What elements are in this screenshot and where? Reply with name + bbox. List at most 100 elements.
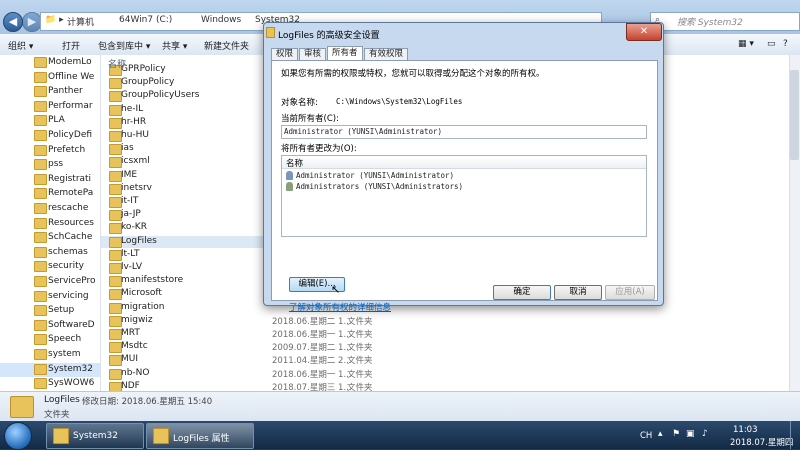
nav-item-label: ServicePro	[48, 276, 96, 286]
tray-arrow-icon[interactable]: ▴	[658, 429, 663, 439]
file-name: MRT	[121, 328, 140, 338]
mouse-cursor-icon: ↖	[331, 283, 341, 296]
nav-item[interactable]: Resources	[0, 217, 100, 231]
close-button[interactable]: ✕	[626, 23, 662, 41]
file-row[interactable]: Msdtc 2009.07.星期二 1... 文件夹	[101, 341, 521, 354]
list-item-administrator[interactable]: Administrator (YUNSI\Administrator)	[284, 170, 644, 181]
tab-auditing[interactable]: 审核	[299, 48, 327, 60]
file-date: 2018.06.星期一 1...	[272, 369, 352, 380]
tab-owner[interactable]: 所有者	[327, 46, 363, 60]
file-name: migration	[121, 301, 165, 312]
current-owner-field[interactable]: Administrator (YUNSI\Administrator)	[281, 125, 647, 139]
file-name: nb-NO	[121, 367, 150, 378]
details-type: 文件夹	[44, 410, 70, 420]
learn-more-link[interactable]: 了解对象所有权的详细信息	[289, 301, 391, 313]
file-row[interactable]: nb-NO 2018.06.星期一 1... 文件夹	[101, 368, 521, 380]
file-name: lv-LV	[121, 262, 143, 272]
nav-item-label: Offline We	[48, 71, 95, 82]
nav-item[interactable]: Registrati	[0, 173, 100, 187]
organize-button[interactable]: 组织 ▾	[8, 39, 33, 52]
file-name: hu-HU	[121, 130, 150, 140]
nav-item[interactable]: Setup	[0, 304, 100, 318]
nav-item[interactable]: SchCache	[0, 231, 100, 245]
breadcrumb-drive[interactable]: 64Win7 (C:)	[119, 15, 172, 25]
nav-item[interactable]: rescache	[0, 202, 100, 216]
nav-item[interactable]: System32	[0, 362, 100, 377]
tab-effective-permissions[interactable]: 有效权限	[364, 48, 409, 60]
open-button[interactable]: 打开	[62, 39, 80, 52]
nav-item-label: Resources	[48, 217, 94, 228]
cancel-button[interactable]: 取消	[554, 285, 602, 300]
flag-icon[interactable]: ⚑	[672, 429, 680, 439]
folder-icon	[10, 396, 34, 418]
object-name-label: 对象名称:	[281, 98, 318, 108]
network-icon[interactable]: ▣	[686, 429, 695, 439]
nav-item-label: servicing	[48, 290, 89, 301]
start-button[interactable]	[4, 422, 32, 450]
clock-date[interactable]: 2018.07.星期四	[730, 436, 793, 448]
file-name: it-IT	[121, 196, 139, 206]
nav-item[interactable]: Speech	[0, 333, 100, 347]
nav-item-label: PLA	[48, 115, 65, 126]
nav-item[interactable]: pss	[0, 158, 100, 172]
nav-item[interactable]: RemotePa	[0, 187, 100, 201]
file-row[interactable]: MRT 2018.06.星期一 1... 文件夹	[101, 328, 521, 340]
back-icon[interactable]: ◀	[3, 12, 23, 32]
new-folder-button[interactable]: 新建文件夹	[204, 39, 249, 52]
users-group-icon	[286, 182, 293, 191]
owner-candidates-list[interactable]: 名称 Administrator (YUNSI\Administrator) A…	[281, 155, 647, 237]
breadcrumb-computer[interactable]: 计算机	[67, 15, 94, 28]
share-button[interactable]: 共享 ▾	[162, 39, 187, 52]
breadcrumb-windows[interactable]: Windows	[201, 15, 241, 25]
list-header[interactable]: 名称	[282, 156, 646, 169]
nav-item[interactable]: servicing	[0, 290, 100, 304]
system-tray: CH ▴ ⚑ ▣ ♪ 11:03 2018.07.星期四	[630, 421, 800, 449]
nav-item[interactable]: PLA	[0, 114, 100, 128]
nav-item[interactable]: Panther	[0, 85, 100, 99]
taskbar-item-system32[interactable]: System32	[46, 423, 144, 449]
folder-icon	[34, 71, 47, 83]
nav-item[interactable]: Performar	[0, 100, 100, 114]
ok-button[interactable]: 确定	[493, 285, 551, 300]
clock-time[interactable]: 11:03	[733, 425, 758, 435]
scrollbar-thumb[interactable]	[790, 70, 799, 160]
nav-item[interactable]: PolicyDefi	[0, 129, 100, 143]
file-name: ko-KR	[121, 222, 147, 233]
nav-item[interactable]: SysWOW6	[0, 377, 100, 391]
include-in-library-button[interactable]: 包含到库中 ▾	[98, 39, 150, 52]
nav-item[interactable]: system	[0, 348, 100, 362]
apply-button[interactable]: 应用(A)	[605, 285, 655, 300]
nav-item[interactable]: schemas	[0, 246, 100, 260]
nav-item[interactable]: Offline We	[0, 71, 100, 85]
file-name: LogFiles	[121, 235, 157, 246]
nav-item[interactable]: ServicePro	[0, 275, 100, 289]
forward-icon[interactable]: ▶	[22, 12, 42, 32]
file-date: 2009.07.星期二 1...	[272, 343, 352, 354]
nav-item[interactable]: security	[0, 260, 100, 274]
preview-pane-icon[interactable]: ▭	[767, 39, 776, 49]
language-indicator[interactable]: CH	[640, 431, 652, 441]
nav-item-label: Performar	[48, 100, 93, 111]
tab-permissions[interactable]: 权限	[271, 48, 299, 60]
folder-icon	[153, 428, 169, 444]
list-item-administrators[interactable]: Administrators (YUNSI\Administrators)	[284, 181, 644, 192]
volume-icon[interactable]: ♪	[702, 429, 708, 439]
nav-item-label: PolicyDefi	[48, 130, 93, 140]
file-row[interactable]: migwiz 2018.06.星期二 1... 文件夹	[101, 315, 521, 327]
list-header-name: 名称	[286, 159, 304, 169]
change-owner-label: 将所有者更改为(O):	[281, 144, 357, 154]
nav-item[interactable]: ModemLo	[0, 56, 100, 70]
taskbar-item-logfiles-properties[interactable]: LogFiles 属性	[146, 423, 254, 449]
search-input[interactable]: ⌕ 搜索 System32	[650, 12, 800, 31]
nav-item[interactable]: SoftwareD	[0, 319, 100, 333]
folder-icon	[34, 100, 47, 112]
file-row[interactable]: MUI 2011.04.星期二 2... 文件夹	[101, 354, 521, 367]
view-icon[interactable]: ▦ ▾	[738, 39, 754, 49]
nav-item[interactable]: Prefetch	[0, 144, 100, 158]
file-type: 文件夹	[347, 316, 373, 327]
column-header-name[interactable]: 名称	[108, 57, 126, 70]
folder-icon	[34, 261, 47, 273]
show-desktop-button[interactable]	[790, 421, 800, 449]
help-icon[interactable]: ?	[783, 39, 788, 49]
file-type: 文件夹	[347, 330, 373, 340]
